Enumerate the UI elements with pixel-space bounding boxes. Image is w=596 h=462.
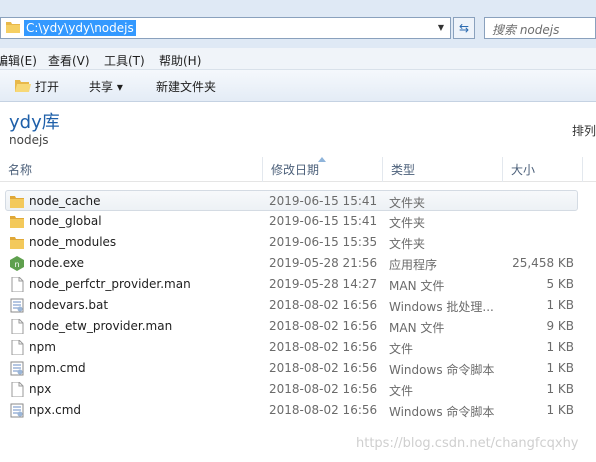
search-input[interactable]: 搜索 nodejs <box>484 17 596 39</box>
search-placeholder: 搜索 nodejs <box>492 23 560 37</box>
share-button[interactable]: 共享 ▾ <box>89 78 123 95</box>
file-row[interactable]: nodevars.bat 2018-08-02 16:56 Windows 批处理.… <box>0 295 596 316</box>
file-icon <box>11 319 24 334</box>
file-type: Windows 命令脚本 <box>389 363 495 377</box>
file-name: node_perfctr_provider.man <box>29 277 191 291</box>
refresh-icon: ⇆ <box>458 21 470 35</box>
file-size: 1 KB <box>546 382 574 396</box>
column-name[interactable]: 名称 <box>0 157 263 182</box>
nodejs-exe-icon: n <box>10 256 24 271</box>
column-type[interactable]: 类型 <box>383 157 503 182</box>
arrange-by-button[interactable]: 排列 <box>572 122 596 139</box>
folder-icon <box>10 216 24 228</box>
file-name: node_cache <box>29 194 101 208</box>
file-icon <box>11 382 24 397</box>
file-size: 25,458 KB <box>512 256 574 270</box>
menu-view[interactable]: 查看(V) <box>48 52 90 69</box>
script-icon <box>10 298 24 313</box>
file-date: 2019-05-28 14:27 <box>269 277 378 291</box>
file-name: node_global <box>29 214 102 228</box>
file-type: 文件夹 <box>389 196 426 210</box>
file-date: 2018-08-02 16:56 <box>269 382 378 396</box>
file-row[interactable]: n node.exe 2019-05-28 21:56 应用程序 25,458 KB <box>0 253 596 274</box>
file-row[interactable]: node_etw_provider.man 2018-08-02 16:56 MAN… <box>0 316 596 337</box>
file-type: 文件 <box>389 342 414 356</box>
watermark: https://blog.csdn.net/changfcqxhy <box>356 436 579 451</box>
file-name: node.exe <box>29 256 85 270</box>
file-size: 1 KB <box>546 298 574 312</box>
svg-text:n: n <box>14 260 19 269</box>
file-row[interactable]: node_modules 2019-06-15 15:35 文件夹 <box>0 232 596 253</box>
file-row[interactable]: npx.cmd 2018-08-02 16:56 Windows 命令脚本 1 KB <box>0 400 596 421</box>
new-folder-button[interactable]: 新建文件夹 <box>156 78 216 95</box>
file-row[interactable]: node_cache 2019-06-15 15:41 文件夹 <box>5 190 578 211</box>
menu-edit[interactable]: 编辑(E) <box>0 52 37 69</box>
file-name: node_modules <box>29 235 117 249</box>
menu-bar: 编辑(E) 查看(V) 工具(T) 帮助(H) <box>0 48 596 70</box>
file-row[interactable]: npm 2018-08-02 16:56 文件 1 KB <box>0 337 596 358</box>
column-header-row: 名称 修改日期 类型 大小 <box>0 157 596 182</box>
file-icon <box>11 340 24 355</box>
file-type: 文件 <box>389 384 414 398</box>
file-name: nodevars.bat <box>29 298 109 312</box>
file-name: npx <box>29 382 52 396</box>
file-row[interactable]: npx 2018-08-02 16:56 文件 1 KB <box>0 379 596 400</box>
file-date: 2018-08-02 16:56 <box>269 403 378 417</box>
file-name: npx.cmd <box>29 403 82 417</box>
file-date: 2019-05-28 21:56 <box>269 256 378 270</box>
file-name: node_etw_provider.man <box>29 319 173 333</box>
file-date: 2018-08-02 16:56 <box>269 319 378 333</box>
file-size: 5 KB <box>546 277 574 291</box>
command-toolbar: 打开 共享 ▾ 新建文件夹 <box>0 70 596 102</box>
library-title: ydy库 <box>9 112 60 133</box>
column-date[interactable]: 修改日期 <box>263 157 383 182</box>
address-field[interactable]: C:\ydy\ydy\nodejs ▼ <box>0 17 451 39</box>
file-row[interactable]: node_global 2019-06-15 15:41 文件夹 <box>0 211 596 232</box>
address-bar-row: C:\ydy\ydy\nodejs ▼ ⇆ 搜索 nodejs <box>0 0 596 48</box>
file-date: 2019-06-15 15:35 <box>269 235 378 249</box>
file-icon <box>11 277 24 292</box>
file-size: 1 KB <box>546 340 574 354</box>
file-type: MAN 文件 <box>389 279 445 293</box>
file-type: 文件夹 <box>389 216 426 230</box>
file-size: 9 KB <box>546 319 574 333</box>
file-name: npm <box>29 340 56 354</box>
menu-help[interactable]: 帮助(H) <box>159 52 201 69</box>
file-row[interactable]: npm.cmd 2018-08-02 16:56 Windows 命令脚本 1 KB <box>0 358 596 379</box>
file-date: 2018-08-02 16:56 <box>269 298 378 312</box>
menu-tools[interactable]: 工具(T) <box>104 52 145 69</box>
refresh-button[interactable]: ⇆ <box>453 17 475 39</box>
file-size: 1 KB <box>546 361 574 375</box>
folder-icon <box>10 237 24 249</box>
script-icon <box>10 403 24 418</box>
column-size[interactable]: 大小 <box>503 157 583 182</box>
folder-icon <box>6 22 20 33</box>
address-path[interactable]: C:\ydy\ydy\nodejs <box>24 20 136 36</box>
library-subtitle: nodejs <box>9 133 49 147</box>
file-type: 文件夹 <box>389 237 426 251</box>
file-date: 2018-08-02 16:56 <box>269 340 378 354</box>
file-type: Windows 批处理... <box>389 300 494 314</box>
file-row[interactable]: node_perfctr_provider.man 2019-05-28 14:2… <box>0 274 596 295</box>
open-icon <box>15 80 31 92</box>
file-date: 2019-06-15 15:41 <box>269 194 378 208</box>
open-button[interactable]: 打开 <box>35 78 59 95</box>
file-name: npm.cmd <box>29 361 86 375</box>
chevron-down-icon[interactable]: ▼ <box>433 19 449 37</box>
file-date: 2019-06-15 15:41 <box>269 214 378 228</box>
file-type: 应用程序 <box>389 258 438 272</box>
folder-icon <box>10 196 24 208</box>
script-icon <box>10 361 24 376</box>
file-size: 1 KB <box>546 403 574 417</box>
file-type: Windows 命令脚本 <box>389 405 495 419</box>
file-date: 2018-08-02 16:56 <box>269 361 378 375</box>
file-type: MAN 文件 <box>389 321 445 335</box>
